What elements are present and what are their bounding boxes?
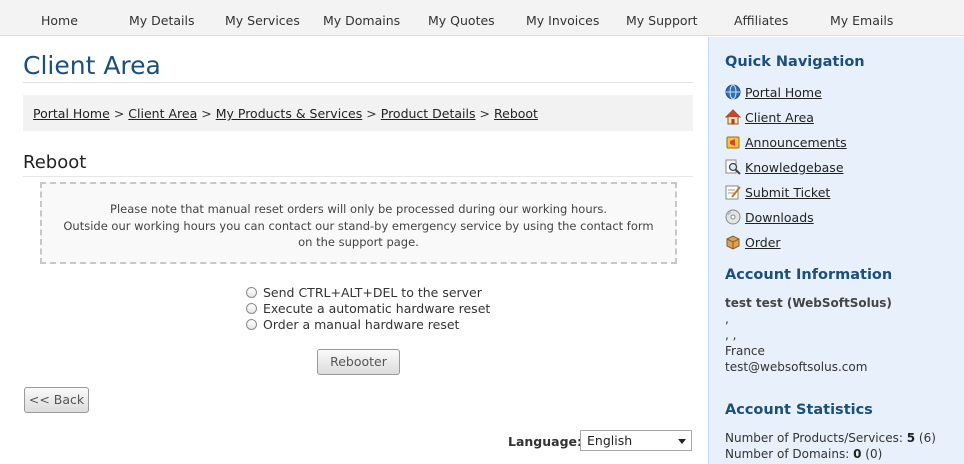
language-select[interactable]: English	[580, 430, 692, 451]
breadcrumb-separator: >	[366, 106, 377, 121]
nav-affiliates[interactable]: Affiliates	[734, 0, 788, 36]
language-value: English	[587, 433, 633, 448]
option-ctrl-alt-del[interactable]: Send CTRL+ALT+DEL to the server	[246, 285, 490, 301]
account-statistics: Number of Products/Services: 5 (6) Numbe…	[725, 430, 936, 462]
stat-label: Number of Domains:	[725, 447, 850, 461]
account-address-line: , ,	[725, 328, 737, 342]
quick-nav-label[interactable]: Announcements	[745, 135, 847, 150]
quick-nav-label[interactable]: Client Area	[745, 110, 814, 125]
reboot-button[interactable]: Rebooter	[317, 349, 400, 375]
megaphone-icon	[726, 136, 740, 149]
globe-icon	[725, 84, 741, 100]
main-content: Client Area Portal Home > Client Area > My P…	[0, 37, 708, 464]
quick-nav-label[interactable]: Portal Home	[745, 85, 822, 100]
nav-my-quotes[interactable]: My Quotes	[428, 0, 495, 36]
breadcrumb-separator: >	[479, 106, 491, 121]
quick-nav-client-area[interactable]: Client Area	[725, 108, 847, 133]
account-country: France	[725, 344, 765, 358]
quick-navigation-heading: Quick Navigation	[725, 54, 865, 70]
quick-nav-label[interactable]: Order	[745, 235, 781, 250]
option-label: Order a manual hardware reset	[263, 317, 460, 332]
nav-my-services[interactable]: My Services	[225, 0, 300, 36]
quick-nav-order[interactable]: Order	[725, 233, 847, 258]
quick-nav-knowledgebase[interactable]: Knowledgebase	[725, 158, 847, 183]
quick-nav-submit-ticket[interactable]: Submit Ticket	[725, 183, 847, 208]
chevron-down-icon	[678, 439, 686, 444]
disc-icon	[725, 209, 741, 225]
account-address-line: ,	[725, 312, 729, 326]
radio-button[interactable]	[246, 303, 257, 314]
page-title: Client Area	[23, 51, 161, 80]
option-automatic-reset[interactable]: Execute a automatic hardware reset	[246, 301, 490, 317]
sidebar: Quick Navigation Portal Home Client Area…	[708, 37, 964, 464]
nav-my-emails[interactable]: My Emails	[830, 0, 893, 36]
top-nav: Home My Details My Services My Domains M…	[0, 0, 964, 36]
radio-button[interactable]	[246, 287, 257, 298]
quick-nav-label[interactable]: Downloads	[745, 210, 814, 225]
nav-home[interactable]: Home	[41, 0, 78, 36]
language-label: Language:	[508, 434, 583, 449]
quick-navigation-list: Portal Home Client Area Announcements Kn…	[725, 83, 847, 258]
account-information: test test (WebSoftSolus) , , , France te…	[725, 295, 892, 375]
stat-products: Number of Products/Services: 5 (6)	[725, 430, 936, 446]
account-information-heading: Account Information	[725, 267, 893, 283]
notice-box: Please note that manual reset orders wil…	[40, 182, 677, 264]
section-heading: Reboot	[23, 152, 87, 173]
account-email: test@websoftsolus.com	[725, 360, 868, 374]
breadcrumb-client-area[interactable]: Client Area	[128, 106, 197, 121]
nav-my-support[interactable]: My Support	[626, 0, 698, 36]
stat-total: (0)	[865, 447, 883, 461]
quick-nav-announcements[interactable]: Announcements	[725, 133, 847, 158]
breadcrumb-portal-home[interactable]: Portal Home	[33, 106, 110, 121]
breadcrumb-product-details[interactable]: Product Details	[381, 106, 476, 121]
quick-nav-label[interactable]: Submit Ticket	[745, 185, 830, 200]
breadcrumb-separator: >	[113, 106, 125, 121]
radio-button[interactable]	[246, 319, 257, 330]
box-icon	[726, 235, 740, 250]
nav-my-details[interactable]: My Details	[129, 0, 195, 36]
stat-value: 0	[853, 447, 862, 461]
ticket-icon	[725, 185, 741, 200]
nav-my-invoices[interactable]: My Invoices	[526, 0, 599, 36]
breadcrumb-products-services[interactable]: My Products & Services	[216, 106, 363, 121]
stat-total: (6)	[918, 431, 936, 445]
stat-label: Number of Products/Services:	[725, 431, 903, 445]
notice-line: on the support page.	[298, 235, 419, 249]
breadcrumb-reboot[interactable]: Reboot	[494, 106, 538, 121]
account-statistics-heading: Account Statistics	[725, 402, 873, 418]
notice-line: Outside our working hours you can contac…	[63, 218, 654, 233]
quick-nav-downloads[interactable]: Downloads	[725, 208, 847, 233]
stat-domains: Number of Domains: 0 (0)	[725, 446, 936, 462]
breadcrumb: Portal Home > Client Area > My Products & Se…	[23, 95, 693, 131]
house-icon	[725, 109, 741, 125]
back-button[interactable]: << Back	[24, 387, 89, 413]
notice-line: Please note that manual reset orders wil…	[110, 202, 607, 216]
account-name: test test (WebSoftSolus)	[725, 296, 892, 310]
option-label: Execute a automatic hardware reset	[263, 301, 491, 316]
stat-value: 5	[906, 431, 916, 445]
nav-my-domains[interactable]: My Domains	[323, 0, 400, 36]
reboot-options: Send CTRL+ALT+DEL to the server Execute …	[246, 285, 490, 333]
quick-nav-label[interactable]: Knowledgebase	[745, 160, 844, 175]
option-manual-reset[interactable]: Order a manual hardware reset	[246, 317, 490, 333]
title-divider	[23, 82, 693, 83]
option-label: Send CTRL+ALT+DEL to the server	[263, 285, 482, 300]
magnifier-icon	[725, 159, 741, 175]
quick-nav-portal-home[interactable]: Portal Home	[725, 83, 847, 108]
section-divider	[23, 176, 693, 177]
breadcrumb-separator: >	[201, 106, 212, 121]
